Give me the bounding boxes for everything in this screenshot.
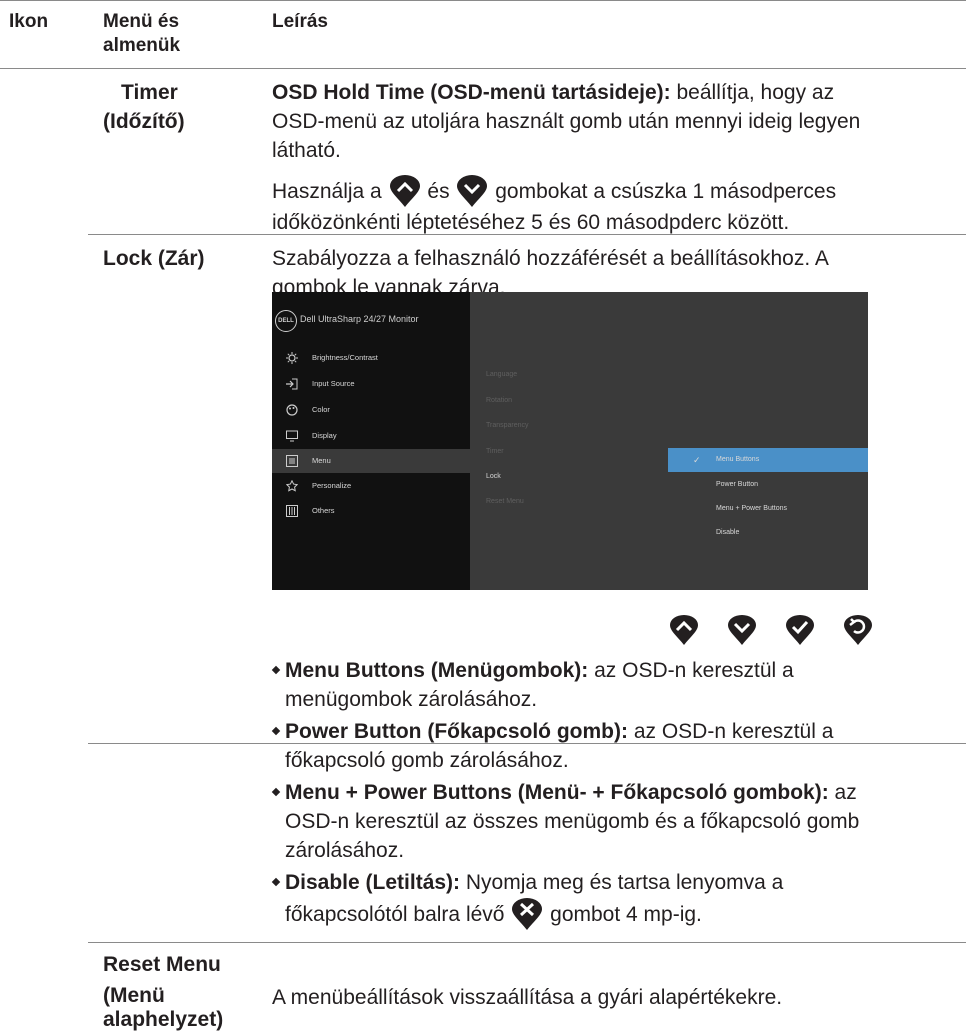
osd-sub-lock: Lock: [486, 473, 501, 480]
others-icon: [286, 505, 298, 517]
bullet-menu-buttons: Menu Buttons (Menügombok): az OSD-n kere…: [271, 656, 931, 714]
osd-title: Dell UltraSharp 24/27 Monitor: [300, 314, 419, 324]
reset-description: A menübeállítások visszaállítása a gyári…: [272, 986, 783, 1009]
bullet-menu-power-buttons: Menu + Power Buttons (Menü- + Főkapcsoló…: [271, 778, 931, 865]
row-rule-bullets-reset: [88, 942, 966, 943]
down-button-icon: [728, 615, 756, 645]
close-button-icon: [512, 898, 543, 930]
header-icon: Ikon: [9, 11, 49, 32]
osd-item-personalize: Personalize: [272, 474, 470, 498]
up-button-icon: [389, 175, 420, 207]
up-button-icon: [670, 615, 698, 645]
header-menu: Menü és almenük: [103, 11, 181, 56]
menu-name-timer: Timer (Időzítő): [103, 81, 185, 133]
bullet-power-button: Power Button (Főkapcsoló gomb): az OSD-n…: [271, 717, 931, 775]
top-rule: [0, 0, 966, 1]
brightness-icon: [286, 352, 298, 364]
bullet-marker: [271, 787, 281, 797]
osd-item-menu: Menu: [272, 449, 470, 473]
star-icon: [286, 480, 298, 492]
bullet-marker: [271, 726, 281, 736]
osd-option-disable: Disable: [716, 529, 740, 536]
timer-hold-description: OSD Hold Time (OSD-menü tartásideje): be…: [272, 81, 861, 162]
osd-item-others: Others: [272, 499, 470, 523]
osd-option-menu-buttons: ✓ Menu Buttons: [668, 448, 868, 472]
osd-sub-rotation: Rotation: [486, 397, 513, 404]
display-icon: [286, 430, 298, 442]
header-description: Leírás: [272, 11, 328, 32]
back-button-icon: [844, 615, 872, 645]
bullet-marker: [271, 877, 281, 887]
osd-item-brightness: Brightness/Contrast: [272, 346, 470, 370]
menu-name-reset-line3: alaphelyzet): [103, 1008, 224, 1031]
down-button-icon: [457, 175, 488, 207]
menu-name-lock: Lock (Zár): [103, 247, 205, 270]
bullet-disable: Disable (Letiltás): Nyomja meg és tartsa…: [271, 868, 931, 931]
osd-option-menu-power-buttons: Menu + Power Buttons: [716, 505, 788, 512]
dell-logo: DELL: [275, 310, 297, 332]
osd-sub-language: Language: [486, 371, 518, 378]
bullet-marker: [271, 665, 281, 675]
header-rule: [0, 68, 966, 69]
osd-main-menu: DELL Dell UltraSharp 24/27 Monitor Brigh…: [272, 292, 470, 590]
menu-icon: [286, 455, 298, 467]
checkmark-icon: ✓: [693, 455, 701, 465]
menu-name-reset-line1: Reset Menu: [103, 953, 221, 976]
osd-item-color: Color: [272, 398, 470, 422]
osd-sub-transparency: Transparency: [486, 422, 529, 429]
osd-option-power-button: Power Button: [716, 481, 759, 488]
input-source-icon: [286, 378, 298, 390]
osd-sub-timer: Timer: [486, 448, 504, 455]
osd-item-display: Display: [272, 424, 470, 448]
osd-item-input-source: Input Source: [272, 372, 470, 396]
osd-sub-reset-menu: Reset Menu: [486, 498, 524, 505]
color-icon: [286, 404, 298, 416]
timer-use-description: Használja a és gombokat a csúszka 1 máso…: [272, 174, 952, 237]
confirm-button-icon: [786, 615, 814, 645]
osd-screenshot: DELL Dell UltraSharp 24/27 Monitor Brigh…: [272, 292, 868, 590]
